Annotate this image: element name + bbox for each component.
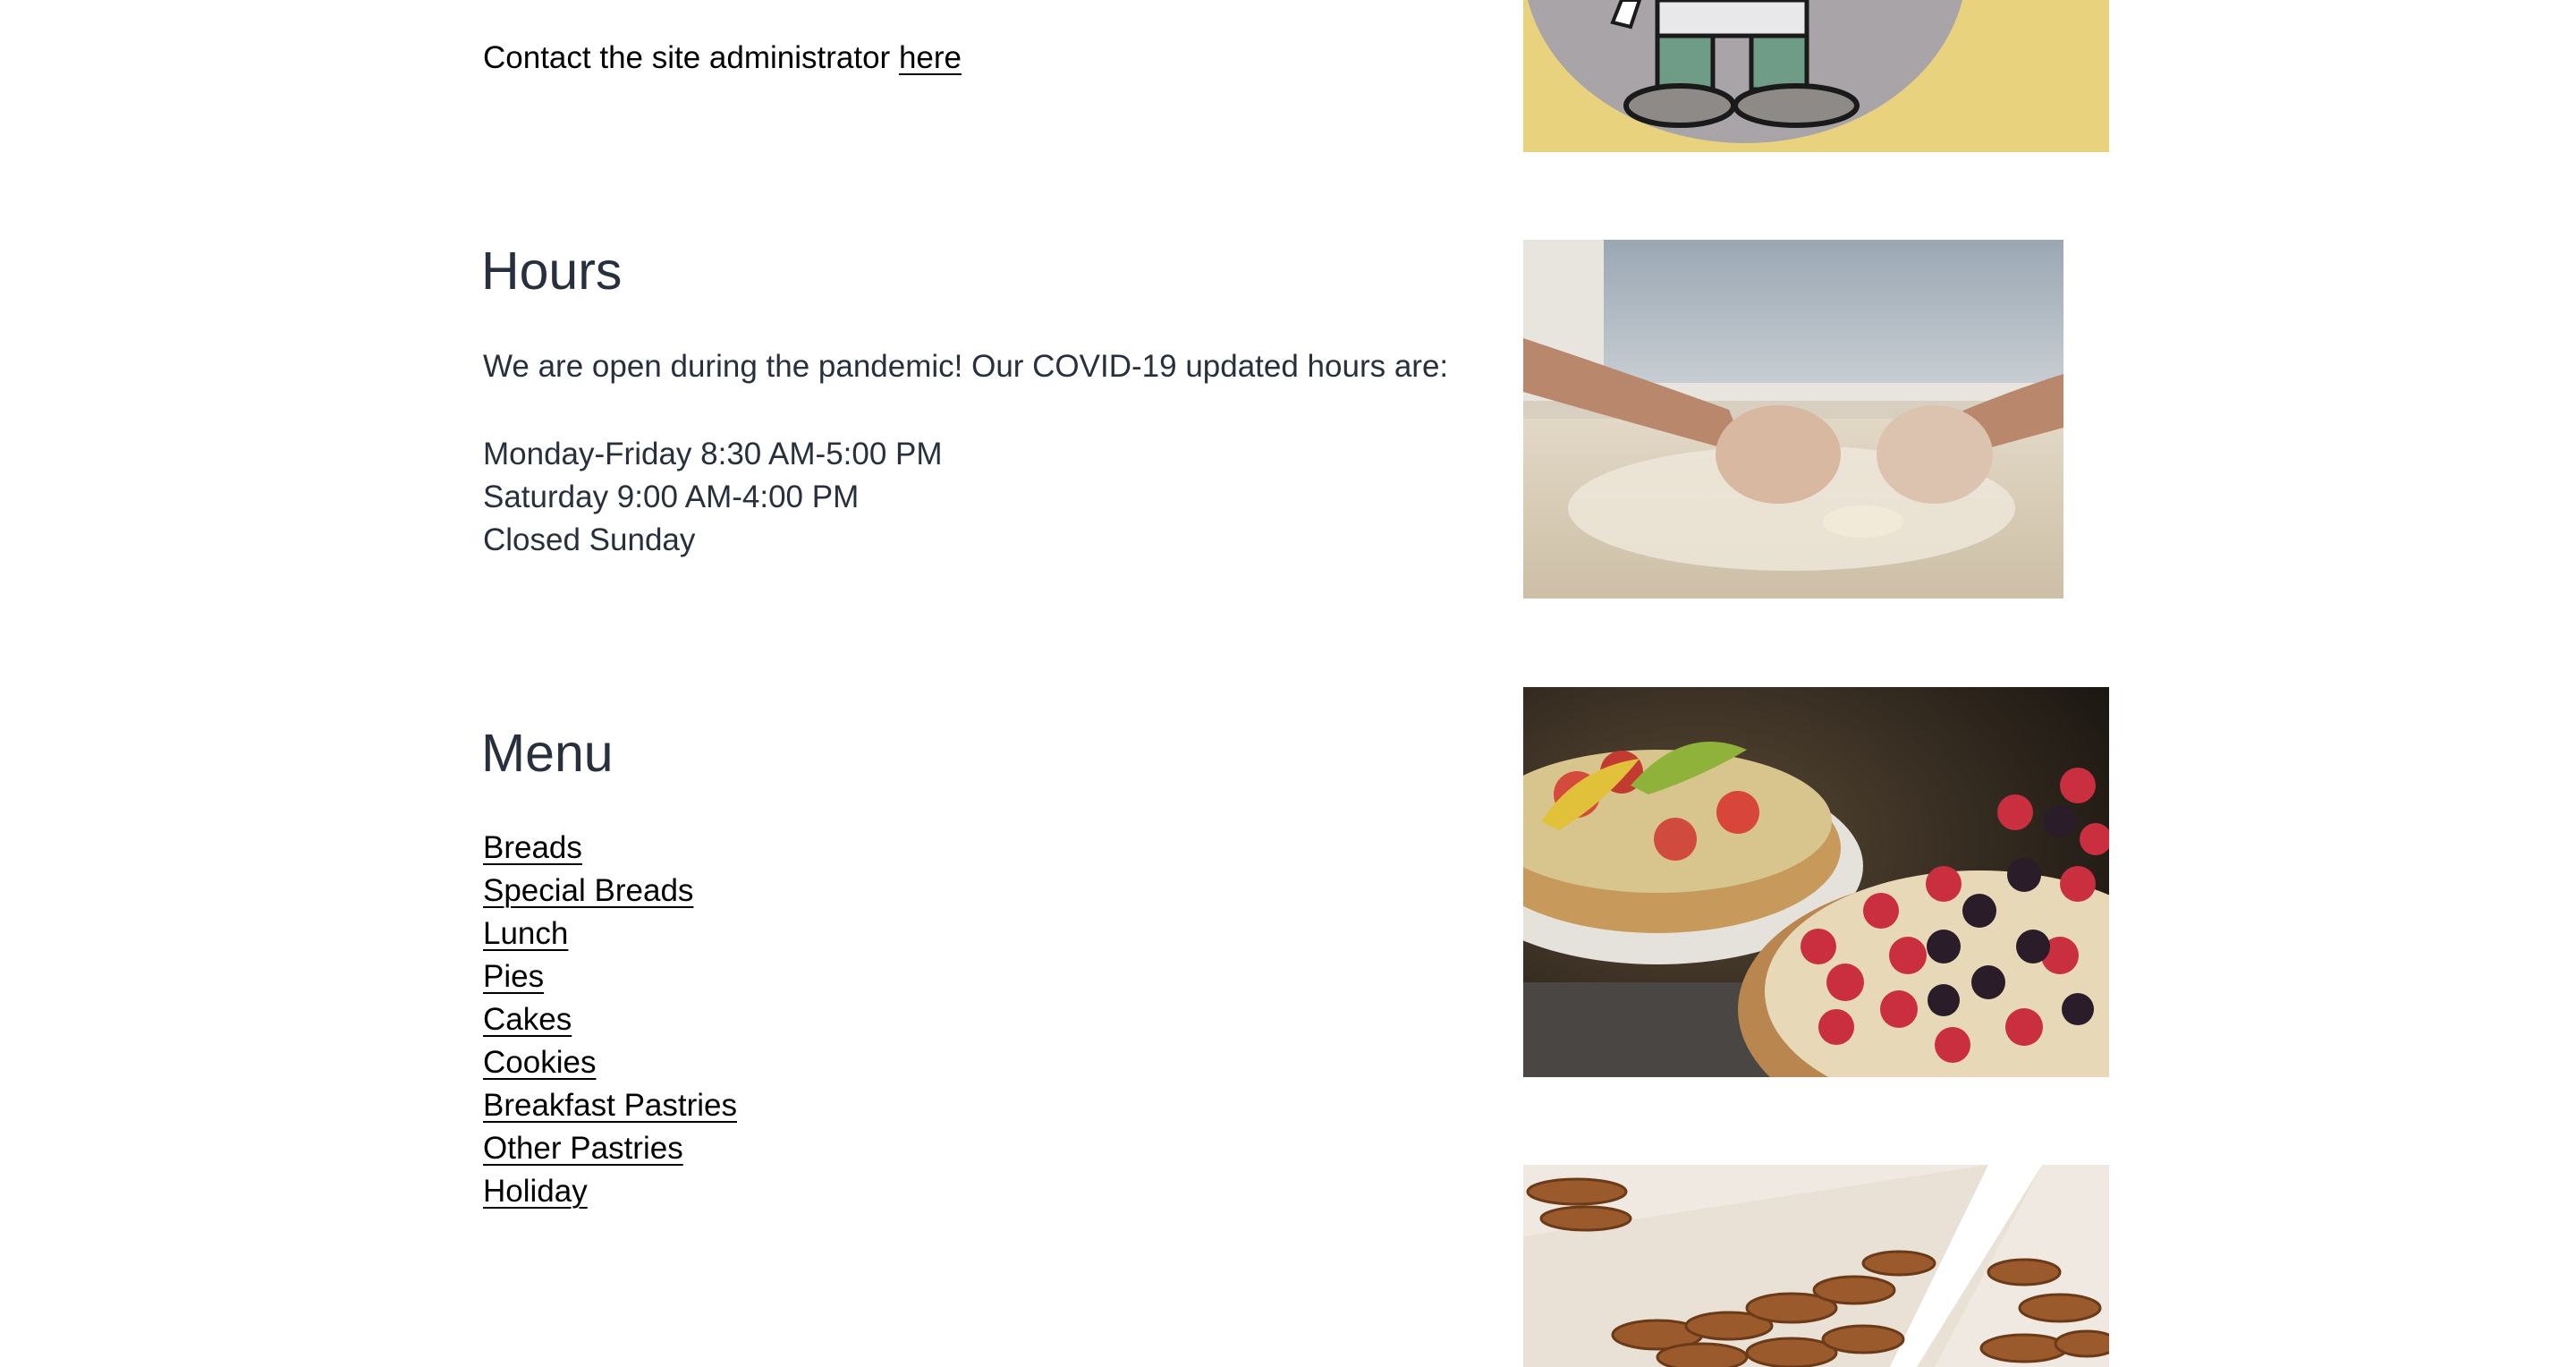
menu-link-other-pastries[interactable]: Other Pastries bbox=[483, 1131, 683, 1166]
menu-item: Pies bbox=[483, 955, 737, 998]
menu-link-breads[interactable]: Breads bbox=[483, 830, 582, 865]
menu-link-special-breads[interactable]: Special Breads bbox=[483, 873, 693, 908]
bakery-logo-mascot bbox=[1523, 0, 2109, 152]
menu-item: Holiday bbox=[483, 1170, 737, 1213]
kneading-dough-photo bbox=[1523, 240, 2063, 599]
menu-list: Breads Special Breads Lunch Pies Cakes C… bbox=[483, 827, 737, 1213]
menu-item: Breakfast Pastries bbox=[483, 1084, 737, 1127]
menu-link-lunch[interactable]: Lunch bbox=[483, 916, 568, 951]
menu-item: Cakes bbox=[483, 998, 737, 1041]
hours-sunday: Closed Sunday bbox=[483, 522, 696, 557]
menu-link-cookies[interactable]: Cookies bbox=[483, 1045, 596, 1080]
menu-item: Special Breads bbox=[483, 870, 737, 913]
menu-item: Breads bbox=[483, 827, 737, 870]
hours-heading: Hours bbox=[481, 242, 623, 301]
menu-item: Other Pastries bbox=[483, 1127, 737, 1170]
menu-link-breakfast-pastries[interactable]: Breakfast Pastries bbox=[483, 1088, 737, 1123]
menu-item: Lunch bbox=[483, 913, 737, 955]
pecan-illustration bbox=[1523, 1165, 2109, 1367]
hours-saturday: Saturday 9:00 AM-4:00 PM bbox=[483, 480, 860, 514]
fruit-tarts-photo bbox=[1523, 687, 2109, 1077]
menu-link-pies[interactable]: Pies bbox=[483, 959, 544, 994]
tarts-illustration bbox=[1523, 687, 2109, 1077]
hours-intro: We are open during the pandemic! Our COV… bbox=[483, 349, 1449, 384]
menu-link-holiday[interactable]: Holiday bbox=[483, 1174, 588, 1209]
contact-line: Contact the site administrator here bbox=[483, 37, 962, 80]
menu-link-cakes[interactable]: Cakes bbox=[483, 1002, 572, 1037]
menu-item: Cookies bbox=[483, 1041, 737, 1084]
contact-admin-link[interactable]: here bbox=[899, 40, 962, 75]
hours-weekday: Monday-Friday 8:30 AM-5:00 PM bbox=[483, 437, 943, 471]
contact-text: Contact the site administrator bbox=[483, 40, 891, 75]
hours-list: Monday-Friday 8:30 AM-5:00 PM Saturday 9… bbox=[483, 433, 943, 562]
menu-heading: Menu bbox=[481, 724, 614, 783]
mascot-illustration bbox=[1528, 0, 1962, 143]
pecan-pastries-photo bbox=[1523, 1165, 2109, 1367]
dough-illustration bbox=[1523, 240, 2063, 599]
